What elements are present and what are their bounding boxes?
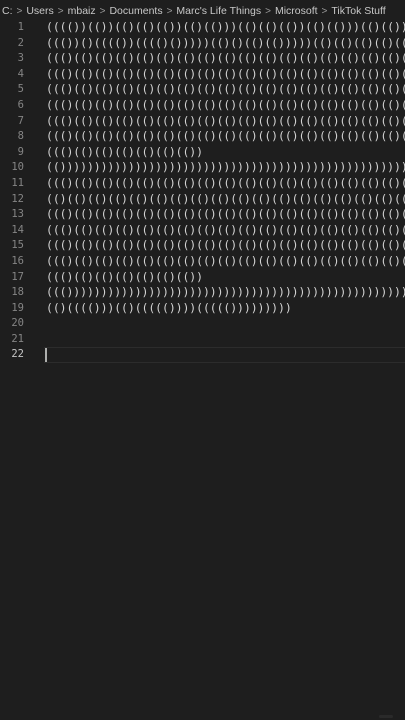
code-text[interactable]: ((()))))))))))))))))))))))))))))))))))))… (46, 285, 405, 301)
breadcrumb: C: > Users > mbaiz > Documents > Marc's Life Thi… (0, 0, 405, 22)
breadcrumb-item[interactable]: mbaiz (68, 5, 96, 17)
line-number: 19 (11, 301, 24, 314)
code-text[interactable]: (())))))))))))))))))))))))))))))))))))))… (46, 160, 405, 176)
line-number: 16 (11, 254, 24, 267)
line-number: 8 (17, 130, 24, 143)
line-number: 17 (11, 270, 24, 283)
code-text[interactable]: ((()(()(()(()(()(()(()(()(()(()(()(()(()… (46, 176, 405, 192)
chevron-right-icon: > (57, 5, 64, 17)
line-number: 15 (11, 239, 24, 252)
code-line[interactable]: 21 (0, 332, 405, 348)
breadcrumb-item[interactable]: Microsoft (275, 5, 318, 17)
code-line[interactable]: 9 ((()(()(()(()(()(()(()) (0, 145, 405, 161)
text-cursor (45, 348, 47, 363)
code-line[interactable]: 7 ((()(()(()(()(()(()(()(()(()(()(()(()((… (0, 114, 405, 130)
line-number: 12 (11, 192, 24, 205)
code-line[interactable]: 13 ((()(()(()(()(()(()(()(()(()(()(()(()(… (0, 207, 405, 223)
code-line[interactable]: 5 ((()(()(()(()(()(()(()(()(()(()(()(()((… (0, 82, 405, 98)
code-text[interactable]: ((()(()(()(()(()(()(()(()(()(()(()(()(()… (46, 254, 405, 270)
code-line[interactable]: 11 ((()(()(()(()(()(()(()(()(()(()(()(()(… (0, 176, 405, 192)
line-number: 9 (17, 145, 24, 158)
code-text[interactable]: ((())()(((())(((()()))))(()()(()(()))))(… (46, 36, 405, 52)
line-number: 2 (17, 36, 24, 49)
code-text[interactable]: (()(((()))(()((((())))((((())))))))) (46, 301, 292, 317)
line-number: 20 (11, 317, 24, 330)
breadcrumb-item[interactable]: Documents (109, 5, 162, 17)
line-number: 1 (17, 21, 24, 33)
line-number: 22 (11, 348, 24, 361)
code-text[interactable]: ((()(()(()(()(()(()(()(()(()(()(()(()(()… (46, 98, 405, 114)
line-number: 3 (17, 52, 24, 65)
breadcrumb-item[interactable]: Marc's Life Things (176, 5, 261, 17)
code-text[interactable]: ((()(()(()(()(()(()(()) (46, 270, 203, 286)
code-line[interactable]: 22 (0, 347, 405, 363)
code-line[interactable]: 3 ((()(()(()(()(()(()(()(()(()(()(()(()((… (0, 51, 405, 67)
code-line[interactable]: 2 ((())()(((())(((()()))))(()()(()(()))))… (0, 36, 405, 52)
line-number: 7 (17, 114, 24, 127)
code-editor[interactable]: 1 (((())(())(()(()(())(()(()))(()(()(())(… (0, 20, 405, 720)
line-number: 13 (11, 208, 24, 221)
line-number: 21 (11, 332, 24, 345)
code-line[interactable]: 4 ((()(()(()(()(()(()(()(()(()(()(()(()((… (0, 67, 405, 83)
code-line[interactable]: 16 ((()(()(()(()(()(()(()(()(()(()(()(()(… (0, 254, 405, 270)
line-number: 5 (17, 83, 24, 96)
code-line[interactable]: 1 (((())(())(()(()(())(()(()))(()(()(())(… (0, 20, 405, 36)
code-text[interactable]: (()(()(()(()(()(()(()(()(()(()(()(()(()(… (46, 192, 405, 208)
code-text[interactable]: ((()(()(()(()(()(()(()) (46, 145, 203, 161)
code-line[interactable]: 10 (())))))))))))))))))))))))))))))))))))… (0, 160, 405, 176)
code-text[interactable]: ((()(()(()(()(()(()(()(()(()(()(()(()(()… (46, 114, 405, 130)
code-line[interactable]: 18 ((()))))))))))))))))))))))))))))))))))… (0, 285, 405, 301)
chevron-right-icon: > (99, 5, 106, 17)
line-number: 6 (17, 98, 24, 111)
code-text[interactable]: ((()(()(()(()(()(()(()(()(()(()(()(()(()… (46, 223, 405, 239)
code-text[interactable]: ((()(()(()(()(()(()(()(()(()(()(()(()(()… (46, 129, 405, 145)
code-line[interactable]: 6 ((()(()(()(()(()(()(()(()(()(()(()(()((… (0, 98, 405, 114)
breadcrumb-item[interactable]: TikTok Stuff (331, 5, 385, 17)
chevron-right-icon: > (166, 5, 173, 17)
code-line[interactable]: 8 ((()(()(()(()(()(()(()(()(()(()(()(()((… (0, 129, 405, 145)
code-text[interactable]: ((()(()(()(()(()(()(()(()(()(()(()(()(()… (46, 51, 405, 67)
chevron-right-icon: > (321, 5, 328, 17)
code-text[interactable]: ((()(()(()(()(()(()(()(()(()(()(()(()(()… (46, 207, 405, 223)
code-line[interactable]: 20 (0, 316, 405, 332)
code-text[interactable]: ((()(()(()(()(()(()(()(()(()(()(()(()(()… (46, 67, 405, 83)
chevron-right-icon: > (16, 5, 23, 17)
code-line[interactable]: 19 (()(((()))(()((((())))((((())))))))) (0, 301, 405, 317)
scroll-corner-indicator (379, 715, 393, 718)
code-text[interactable]: (((())(())(()(()(())(()(()))(()(()(())((… (46, 20, 405, 36)
line-number: 10 (11, 161, 24, 174)
chevron-right-icon: > (265, 5, 271, 17)
line-number: 14 (11, 223, 24, 236)
line-number: 18 (11, 286, 24, 299)
line-number: 4 (17, 67, 24, 80)
code-text[interactable]: ((()(()(()(()(()(()(()(()(()(()(()(()(()… (46, 238, 405, 254)
code-line[interactable]: 12 (()(()(()(()(()(()(()(()(()(()(()(()((… (0, 192, 405, 208)
code-line[interactable]: 17 ((()(()(()(()(()(()(()) (0, 270, 405, 286)
breadcrumb-item[interactable]: Users (26, 5, 53, 17)
code-line[interactable]: 14 ((()(()(()(()(()(()(()(()(()(()(()(()(… (0, 223, 405, 239)
code-text[interactable]: ((()(()(()(()(()(()(()(()(()(()(()(()(()… (46, 82, 405, 98)
line-number: 11 (11, 176, 24, 189)
breadcrumb-item[interactable]: C: (2, 5, 13, 17)
code-line[interactable]: 15 ((()(()(()(()(()(()(()(()(()(()(()(()(… (0, 238, 405, 254)
